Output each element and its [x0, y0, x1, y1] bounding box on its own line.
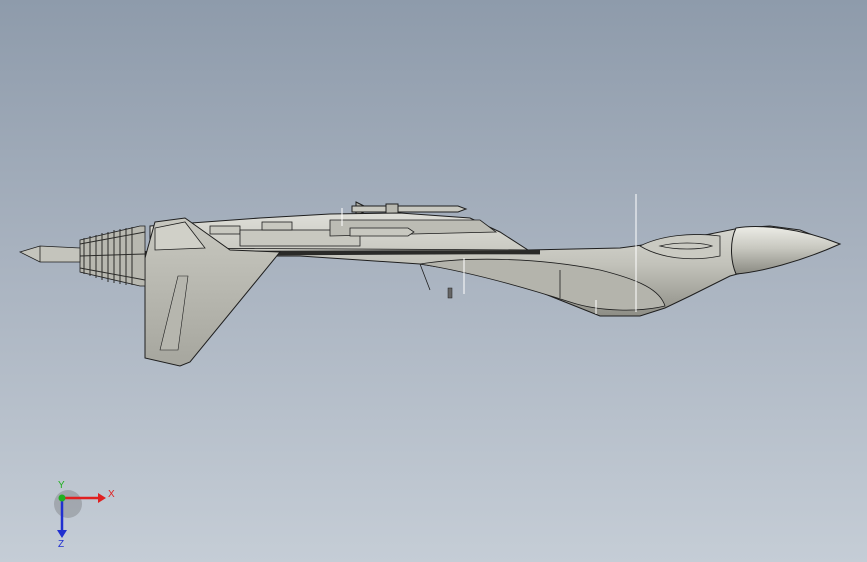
- engine-nozzle: [18, 225, 146, 287]
- graphics-viewport[interactable]: X Y Z: [0, 0, 867, 562]
- fighter-jet-model[interactable]: [0, 0, 867, 562]
- y-axis-label: Y: [58, 480, 65, 491]
- z-axis-label: Z: [58, 539, 64, 548]
- nose-cone: [731, 226, 842, 275]
- y-axis-dot: [58, 494, 66, 502]
- coordinate-triad: X Y Z: [54, 480, 115, 548]
- x-axis-label: X: [108, 489, 115, 500]
